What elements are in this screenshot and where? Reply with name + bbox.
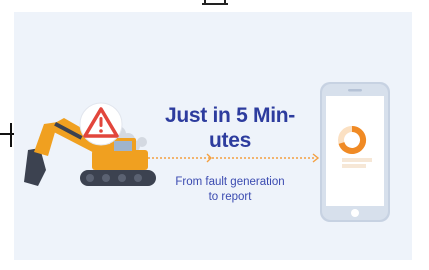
headline: Just in 5 Min- utes [150,103,310,153]
subheadline: From fault generation to report [150,175,310,205]
subheadline-line-1: From fault generation [175,176,285,188]
headline-line-1: Just in 5 Min- [165,104,295,127]
subheadline-line-2: to report [208,191,252,203]
warning-triangle-icon [79,102,123,146]
infographic-page: Just in 5 Min- utes From fault generatio… [0,0,429,270]
headline-line-2: utes [209,129,251,152]
dotted-arrow-icon [148,153,320,163]
